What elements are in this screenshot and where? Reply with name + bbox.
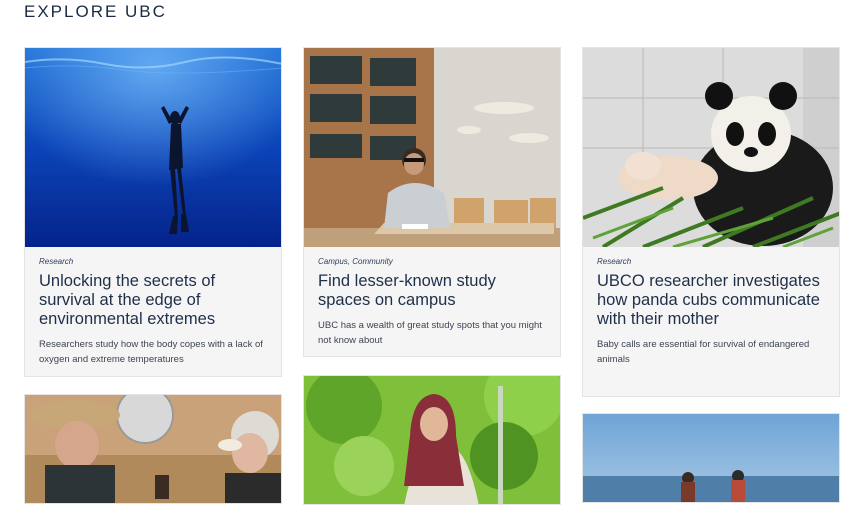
card-title[interactable]: UBCO researcher investigates how panda c… bbox=[597, 272, 825, 329]
section-title: EXPLORE UBC bbox=[24, 2, 167, 21]
student-studying-image bbox=[304, 48, 560, 247]
card-panda-research[interactable]: Research UBCO researcher investigates ho… bbox=[582, 47, 840, 397]
card-tag: Campus, Community bbox=[318, 257, 393, 266]
card-description: Baby calls are essential for survival of… bbox=[597, 339, 810, 365]
card-title[interactable]: Unlocking the secrets of survival at the… bbox=[39, 272, 267, 329]
panda-image bbox=[583, 48, 839, 247]
card-people-by-water[interactable] bbox=[582, 413, 840, 503]
card-people-at-table[interactable] bbox=[24, 394, 282, 504]
card-survival-research[interactable]: Research Unlocking the secrets of surviv… bbox=[24, 47, 282, 377]
card-description: UBC has a wealth of great study spots th… bbox=[318, 320, 542, 346]
people-by-water-image bbox=[583, 414, 839, 502]
card-description: Researchers study how the body copes wit… bbox=[39, 339, 263, 365]
people-at-table-image bbox=[25, 395, 281, 503]
card-study-spaces[interactable]: Campus, Community Find lesser-known stud… bbox=[303, 47, 561, 357]
card-tag: Research bbox=[597, 257, 632, 266]
card-tag: Research bbox=[39, 257, 74, 266]
freediver-image bbox=[25, 48, 281, 247]
card-title[interactable]: Find lesser-known study spaces on campus bbox=[318, 272, 546, 310]
